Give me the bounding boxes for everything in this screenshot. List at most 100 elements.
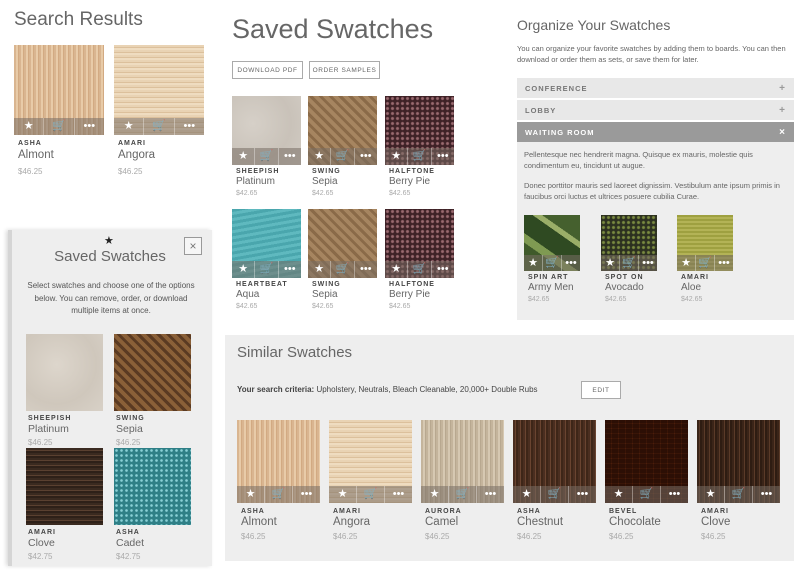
more-icon[interactable]: ••• — [660, 486, 688, 503]
swatch-name[interactable]: Platinum — [28, 423, 69, 435]
more-icon[interactable]: ••• — [430, 148, 454, 165]
list-item[interactable]: ★ 🛒 ••• AMARI Angora $46.25 — [114, 45, 204, 180]
swatch-name[interactable]: Sepia — [116, 423, 143, 435]
list-item[interactable]: ★ 🛒 ••• SHEEPISH Platinum $42.65 — [232, 96, 301, 200]
more-icon[interactable]: ••• — [561, 255, 580, 271]
more-icon[interactable]: ••• — [277, 261, 301, 278]
swatch-name[interactable]: Clove — [28, 537, 55, 549]
star-icon[interactable]: ★ — [308, 148, 330, 165]
swatch-name[interactable]: Sepia — [312, 289, 338, 300]
star-icon[interactable]: ★ — [114, 118, 143, 135]
list-item[interactable]: ★ 🛒 ••• SWING Sepia $42.65 — [308, 96, 377, 200]
swatch-name[interactable]: Clove — [701, 516, 730, 528]
order-samples-button[interactable]: ORDER SAMPLES — [309, 61, 380, 79]
cart-icon[interactable]: 🛒 — [448, 486, 476, 503]
list-item[interactable]: ★ 🛒 ••• AURORA Camel $46.25 — [421, 420, 504, 545]
cart-icon[interactable]: 🛒 — [619, 255, 638, 271]
plus-icon[interactable]: + — [779, 105, 786, 116]
swatch-name[interactable]: Angora — [118, 149, 155, 161]
star-icon[interactable]: ★ — [329, 486, 356, 503]
swatch-name[interactable]: Berry Pie — [389, 289, 430, 300]
swatch-name[interactable]: Platinum — [236, 176, 275, 187]
star-icon[interactable]: ★ — [308, 261, 330, 278]
more-icon[interactable]: ••• — [476, 486, 504, 503]
more-icon[interactable]: ••• — [292, 486, 320, 503]
edit-button[interactable]: EDIT — [581, 381, 621, 399]
swatch-name[interactable]: Camel — [425, 516, 458, 528]
swatch-name[interactable]: Sepia — [312, 176, 338, 187]
swatch-name[interactable]: Aloe — [681, 282, 701, 293]
swatch-image[interactable] — [26, 334, 103, 411]
list-item[interactable]: ★ 🛒 ••• AMARI Clove $46.25 — [697, 420, 780, 545]
swatch-name[interactable]: Berry Pie — [389, 176, 430, 187]
cart-icon[interactable]: 🛒 — [540, 486, 568, 503]
more-icon[interactable]: ••• — [714, 255, 733, 271]
more-icon[interactable]: ••• — [638, 255, 657, 271]
star-icon[interactable]: ★ — [14, 118, 43, 135]
star-icon[interactable]: ★ — [237, 486, 264, 503]
list-item[interactable]: ★ 🛒 ••• AMARI Angora $46.25 — [329, 420, 412, 545]
star-icon[interactable]: ★ — [605, 486, 632, 503]
list-item[interactable]: ★ 🛒 ••• SPIN ART Army Men $42.65 — [524, 215, 580, 307]
swatch-name[interactable]: Almont — [241, 516, 277, 528]
star-icon[interactable]: ★ — [524, 255, 542, 271]
cart-icon[interactable]: 🛒 — [695, 255, 714, 271]
list-item[interactable]: ★ 🛒 ••• ASHA Almont $46.25 — [14, 45, 104, 180]
more-icon[interactable]: ••• — [73, 118, 104, 135]
list-item[interactable]: ★ 🛒 ••• BEVEL Chocolate $46.25 — [605, 420, 688, 545]
cart-icon[interactable]: 🛒 — [330, 148, 353, 165]
cart-icon[interactable]: 🛒 — [264, 486, 292, 503]
star-icon[interactable]: ★ — [232, 261, 254, 278]
cart-icon[interactable]: 🛒 — [330, 261, 353, 278]
more-icon[interactable]: ••• — [384, 486, 412, 503]
swatch-name[interactable]: Almont — [18, 149, 54, 161]
list-item[interactable]: SWING Sepia $46.25 — [114, 334, 191, 447]
swatch-image[interactable] — [26, 448, 103, 525]
star-icon[interactable]: ★ — [385, 261, 407, 278]
list-item[interactable]: ★ 🛒 ••• SWING Sepia $42.65 — [308, 209, 377, 313]
list-item[interactable]: ASHA Cadet $42.75 — [114, 448, 191, 561]
list-item[interactable]: AMARI Clove $42.75 — [26, 448, 103, 561]
cart-icon[interactable]: 🛒 — [254, 261, 277, 278]
cart-icon[interactable]: 🛒 — [724, 486, 752, 503]
download-pdf-button[interactable]: DOWNLOAD PDF — [232, 61, 303, 79]
list-item[interactable]: ★ 🛒 ••• AMARI Aloe $42.65 — [677, 215, 733, 307]
star-icon[interactable]: ★ — [697, 486, 724, 503]
star-icon[interactable]: ★ — [677, 255, 695, 271]
swatch-name[interactable]: Chestnut — [517, 516, 563, 528]
more-icon[interactable]: ••• — [353, 261, 377, 278]
cart-icon[interactable]: 🛒 — [407, 148, 430, 165]
cart-icon[interactable]: 🛒 — [632, 486, 660, 503]
cart-icon[interactable]: 🛒 — [254, 148, 277, 165]
swatch-image[interactable] — [114, 334, 191, 411]
star-icon[interactable]: ★ — [513, 486, 540, 503]
swatch-name[interactable]: Aqua — [236, 289, 259, 300]
cart-icon[interactable]: 🛒 — [356, 486, 384, 503]
swatch-name[interactable]: Cadet — [116, 537, 144, 549]
more-icon[interactable]: ••• — [430, 261, 454, 278]
star-icon[interactable]: ★ — [232, 148, 254, 165]
more-icon[interactable]: ••• — [752, 486, 780, 503]
cart-icon[interactable]: 🛒 — [143, 118, 173, 135]
board-conference[interactable]: CONFERENCE + — [517, 78, 794, 98]
more-icon[interactable]: ••• — [277, 148, 301, 165]
swatch-name[interactable]: Angora — [333, 516, 370, 528]
board-waiting-room[interactable]: WAITING ROOM × — [517, 122, 794, 142]
star-icon[interactable]: ★ — [601, 255, 619, 271]
cart-icon[interactable]: 🛒 — [542, 255, 561, 271]
list-item[interactable]: ★ 🛒 ••• SPOT ON Avocado $42.65 — [601, 215, 657, 307]
more-icon[interactable]: ••• — [173, 118, 204, 135]
list-item[interactable]: ★ 🛒 ••• HALFTONE Berry Pie $42.65 — [385, 209, 454, 313]
swatch-name[interactable]: Chocolate — [609, 516, 661, 528]
list-item[interactable]: SHEEPISH Platinum $46.25 — [26, 334, 103, 447]
list-item[interactable]: ★ 🛒 ••• ASHA Almont $46.25 — [237, 420, 320, 545]
swatch-name[interactable]: Army Men — [528, 282, 574, 293]
cart-icon[interactable]: 🛒 — [43, 118, 73, 135]
star-icon[interactable]: ★ — [421, 486, 448, 503]
board-lobby[interactable]: LOBBY + — [517, 100, 794, 120]
plus-icon[interactable]: + — [779, 83, 786, 94]
cart-icon[interactable]: 🛒 — [407, 261, 430, 278]
list-item[interactable]: ★ 🛒 ••• ASHA Chestnut $46.25 — [513, 420, 596, 545]
list-item[interactable]: ★ 🛒 ••• HEARTBEAT Aqua $42.65 — [232, 209, 301, 313]
star-icon[interactable]: ★ — [385, 148, 407, 165]
